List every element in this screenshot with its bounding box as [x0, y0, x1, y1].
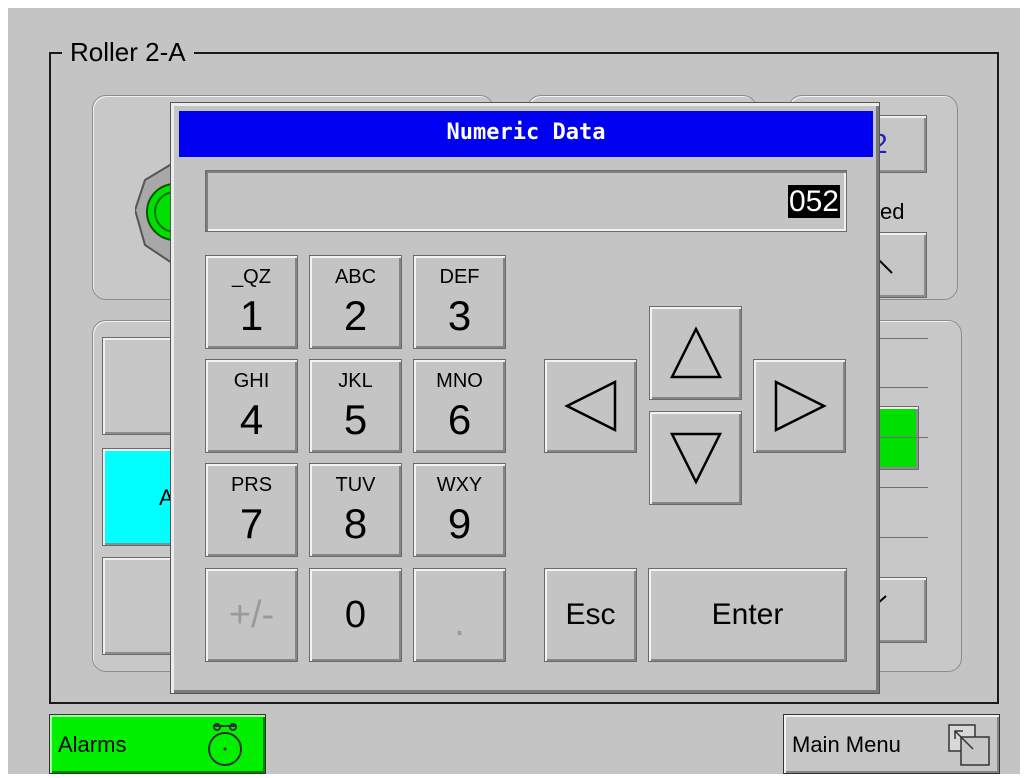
key-0[interactable]: 0	[309, 568, 402, 662]
key-2-digit: 2	[343, 292, 368, 339]
background-label: ed	[880, 199, 905, 224]
key-8[interactable]: TUV 8	[309, 463, 402, 557]
decimal-label: .	[454, 602, 465, 644]
main-menu-windows-icon	[948, 724, 990, 766]
key-1-digit: 1	[239, 292, 264, 339]
background-button-cyan[interactable]: A	[102, 448, 176, 546]
key-5[interactable]: JKL 5	[309, 359, 402, 453]
arrow-up-icon	[669, 326, 723, 379]
plus-minus-label: +/-	[228, 594, 275, 636]
key-2[interactable]: ABC 2	[309, 255, 402, 349]
background-button-3[interactable]	[102, 557, 176, 655]
key-4[interactable]: GHI 4	[205, 359, 298, 453]
dialog-title: Numeric Data	[179, 111, 873, 157]
key-3-digit: 3	[447, 292, 472, 339]
key-4-letters: GHI	[233, 370, 270, 392]
esc-button[interactable]: Esc	[544, 568, 637, 662]
alarms-label: Alarms	[58, 732, 127, 757]
key-6-letters: MNO	[436, 370, 483, 392]
key-1-letters: _QZ	[232, 266, 271, 288]
key-5-digit: 5	[343, 396, 368, 443]
key-6[interactable]: MNO 6	[413, 359, 506, 453]
esc-label: Esc	[565, 598, 616, 631]
key-6-digit: 6	[447, 396, 472, 443]
background-button-1[interactable]	[102, 337, 176, 435]
key-5-letters: JKL	[338, 370, 373, 392]
main-menu-label: Main Menu	[792, 732, 901, 757]
numeric-display-field[interactable]: 052	[205, 170, 847, 232]
key-9[interactable]: WXY 9	[413, 463, 506, 557]
main-menu-button[interactable]: Main Menu	[783, 714, 1000, 774]
background-divider-5	[876, 537, 928, 538]
key-7[interactable]: PRS 7	[205, 463, 298, 557]
alarms-button[interactable]: Alarms	[49, 714, 266, 774]
key-9-digit: 9	[447, 500, 472, 547]
background-divider-1	[876, 338, 928, 339]
group-title: Roller 2-A	[62, 34, 194, 70]
enter-label: Enter	[711, 598, 784, 631]
key-8-letters: TUV	[335, 474, 376, 496]
background-divider-2	[876, 387, 928, 388]
plus-minus-key[interactable]: +/-	[205, 568, 298, 662]
enter-button[interactable]: Enter	[648, 568, 847, 662]
arrow-up-key[interactable]	[649, 306, 742, 400]
key-1[interactable]: _QZ 1	[205, 255, 298, 349]
display-value: 052	[787, 185, 840, 218]
key-8-digit: 8	[343, 500, 368, 547]
arrow-right-key[interactable]	[753, 359, 846, 453]
arrow-down-icon	[669, 432, 723, 485]
arrow-down-key[interactable]	[649, 411, 742, 505]
key-3-letters: DEF	[439, 266, 480, 288]
numeric-data-dialog: Numeric Data 052 _QZ 1 ABC 2 DEF 3 GHI 4…	[170, 102, 880, 694]
alarm-clock-icon	[208, 723, 242, 766]
key-3[interactable]: DEF 3	[413, 255, 506, 349]
decimal-key[interactable]: .	[413, 568, 506, 662]
arrow-left-icon	[564, 379, 617, 433]
arrow-right-icon	[774, 379, 827, 433]
key-7-digit: 7	[239, 500, 264, 547]
key-0-digit: 0	[344, 594, 367, 636]
arrow-left-key[interactable]	[544, 359, 637, 453]
key-4-digit: 4	[239, 396, 264, 443]
key-7-letters: PRS	[230, 474, 273, 496]
key-9-letters: WXY	[436, 474, 483, 496]
key-2-letters: ABC	[334, 266, 377, 288]
background-divider-4	[876, 487, 928, 488]
background-divider-3	[876, 437, 928, 438]
